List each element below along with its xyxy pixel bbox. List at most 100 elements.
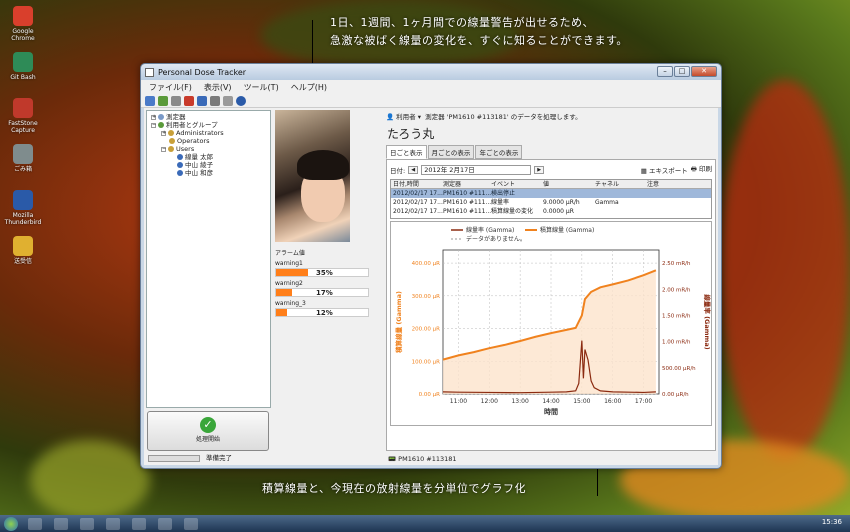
alarm-bar: 12% — [275, 308, 369, 317]
tree-devices[interactable]: + 測定器 — [151, 113, 266, 121]
alarm-label: warning1 — [275, 260, 303, 267]
x-tick-label: 15:00 — [573, 398, 590, 405]
mail-icon[interactable] — [223, 95, 233, 106]
next-day-button[interactable]: ▶ — [534, 165, 545, 174]
daily-panel: 日付: ◀ 2012年 2月17日 ▶ ▦ エキスポート 🖶 印刷 日付,時間測… — [386, 159, 716, 451]
tree-user[interactable]: 線量 太郎 — [151, 153, 266, 161]
table-cell — [595, 207, 647, 216]
menu-file[interactable]: ファイル(F) — [149, 82, 192, 93]
annotation-top-line2: 急激な被ばく線量の変化を、すぐに知ることができます。 — [330, 34, 628, 47]
x-axis-title: 時間 — [544, 407, 558, 416]
desktop-icon-label: Mozilla Thunderbird — [4, 212, 42, 226]
window-title: Personal Dose Tracker — [158, 67, 247, 77]
taskbar-app-icon[interactable] — [132, 517, 146, 530]
x-tick-label: 14:00 — [542, 398, 559, 405]
check-icon: ✓ — [200, 417, 216, 433]
table-cell — [543, 189, 595, 198]
shield-icon[interactable] — [197, 95, 207, 106]
date-picker[interactable]: 2012年 2月17日 — [421, 164, 532, 175]
taskbar-app-icon[interactable] — [28, 517, 42, 530]
desktop-icon-label: FastStone Capture — [8, 120, 38, 134]
tab-daily[interactable]: 日ごと表示 — [386, 145, 427, 159]
tab-monthly[interactable]: 月ごとの表示 — [427, 145, 475, 159]
desktop-icon-label: 送受信 — [13, 258, 32, 265]
table-cell — [647, 198, 697, 207]
desktop-icon[interactable]: FastStone Capture — [4, 98, 42, 134]
desktop-icon[interactable]: Mozilla Thunderbird — [4, 190, 42, 226]
y-right-tick-label: 500.00 µR/h — [662, 366, 696, 372]
print-button[interactable]: 🖶 印刷 — [691, 163, 712, 176]
alarm-item: warning1 35% — [275, 260, 381, 277]
alarm-item: warning2 17% — [275, 280, 381, 297]
user-menu[interactable]: 👤 利用者 ▾ — [386, 113, 421, 121]
x-tick-label: 17:00 — [635, 398, 652, 405]
tab-yearly[interactable]: 年ごとの表示 — [475, 145, 523, 159]
taskbar-app-icon[interactable] — [54, 517, 68, 530]
desktop-icon[interactable]: ごみ箱 — [4, 144, 42, 173]
y-right-tick-label: 1.50 mR/h — [662, 313, 691, 319]
table-cell — [647, 189, 697, 198]
start-processing-button[interactable]: ✓ 処理開始 — [147, 411, 269, 451]
date-row: 日付: ◀ 2012年 2月17日 ▶ ▦ エキスポート 🖶 印刷 — [387, 160, 715, 179]
alarm-value: 35% — [316, 269, 333, 277]
table-cell: Gamma — [595, 199, 619, 206]
desktop-icon[interactable]: Git Bash — [4, 52, 42, 81]
settings-icon[interactable] — [210, 95, 220, 106]
device-icon[interactable] — [171, 95, 181, 106]
alarm-bar: 35% — [275, 268, 369, 277]
table-row[interactable]: 2012/02/17 17... PM1610 #111... 積算線量の変化 0.0… — [391, 207, 711, 216]
app-shortcut-icon — [13, 190, 33, 210]
y-left-tick-label: 400.00 µR — [412, 261, 440, 267]
event-table[interactable]: 日付,時間 測定器 イベント値 チャネル 注意 2012/02/17 17... PM… — [390, 179, 712, 219]
app-shortcut-icon — [13, 6, 33, 26]
tree-user[interactable]: 中山 和彦 — [151, 169, 266, 177]
main-content: + 測定器 − 利用者とグループ + Administrators Operators… — [144, 108, 718, 465]
tree-view[interactable]: + 測定器 − 利用者とグループ + Administrators Operators… — [146, 110, 271, 408]
table-row[interactable]: 2012/02/17 17... PM1610 #111... 線量率 9.0000 … — [391, 198, 711, 207]
taskbar-app-icon[interactable] — [80, 517, 94, 530]
table-cell: 2012/02/17 17... — [393, 199, 443, 206]
start-button-label: 処理開始 — [195, 436, 220, 443]
start-orb-icon[interactable] — [4, 516, 18, 531]
taskbar-app-icon[interactable] — [106, 517, 120, 530]
maximize-button[interactable]: □ — [674, 66, 690, 77]
menu-view[interactable]: 表示(V) — [204, 82, 232, 93]
export-button[interactable]: ▦ エキスポート — [641, 165, 688, 175]
tree-group-users[interactable]: − Users — [151, 145, 266, 153]
table-header: 日付,時間 測定器 イベント値 チャネル 注意 — [391, 180, 711, 189]
close-button[interactable]: ✕ — [691, 66, 717, 77]
group-icon[interactable] — [158, 95, 168, 106]
add-user-icon[interactable] — [145, 95, 155, 106]
alarm-label: warning_3 — [275, 300, 306, 307]
person-name: たろう丸 — [387, 127, 435, 141]
desktop-icon[interactable]: Google Chrome — [4, 6, 42, 42]
minimize-button[interactable]: – — [657, 66, 673, 77]
y-left-axis-title: 積算線量 (Gamma) — [394, 291, 403, 354]
alarm-panel: アラーム値 warning1 35% warning2 17% warning_3 12% — [275, 248, 381, 338]
table-cell: 線量率 — [491, 199, 510, 206]
annotation-top: 1日、1週間、1ヶ月間での線量警告が出せるため、 急激な被ばく線量の変化を、すぐ… — [330, 14, 628, 50]
taskbar-app-icon[interactable] — [184, 517, 198, 530]
table-row[interactable]: 2012/02/17 17... PM1610 #111... 検出停止 — [391, 189, 711, 198]
tree-user[interactable]: 中山 綾子 — [151, 161, 266, 169]
prev-day-button[interactable]: ◀ — [408, 165, 419, 174]
x-tick-label: 16:00 — [604, 398, 621, 405]
delete-icon[interactable] — [184, 95, 194, 106]
tree-group-admin[interactable]: + Administrators — [151, 129, 266, 137]
device-status: 📟 PM1610 #113181 — [388, 455, 457, 463]
desktop-icon-label: Git Bash — [10, 74, 36, 81]
menu-tools[interactable]: ツール(T) — [244, 82, 279, 93]
taskbar-app-icon[interactable] — [158, 517, 172, 530]
user-photo — [275, 110, 350, 242]
help-icon[interactable] — [236, 95, 246, 106]
date-label: 日付: — [390, 166, 406, 175]
y-left-tick-label: 100.00 µR — [412, 359, 440, 365]
tree-group-operators[interactable]: Operators — [151, 137, 266, 145]
tree-users-groups[interactable]: − 利用者とグループ — [151, 121, 266, 129]
desktop-icon[interactable]: 送受信 — [4, 236, 42, 265]
menu-help[interactable]: ヘルプ(H) — [291, 82, 327, 93]
title-bar[interactable]: Personal Dose Tracker – □ ✕ — [141, 64, 721, 80]
legend-cumulative: 積算線量 (Gamma) — [540, 226, 594, 234]
clock[interactable]: 15:36 — [822, 518, 842, 526]
y-right-tick-label: 0.00 µR/h — [662, 392, 689, 398]
